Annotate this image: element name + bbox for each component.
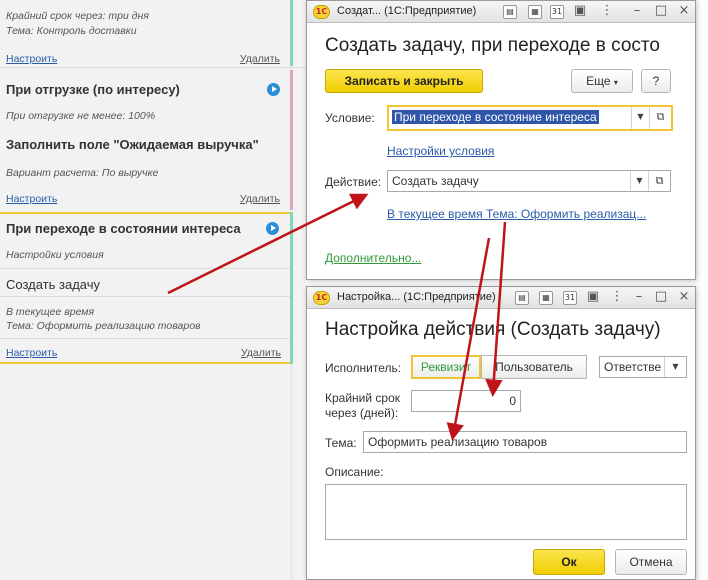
open-icon[interactable]: ⧉ xyxy=(649,107,671,129)
menu-icon[interactable]: ⋮ xyxy=(609,289,625,305)
title-bar: 1C Настройка... (1С:Предприятие) ▤ ▦ 31 … xyxy=(307,287,695,309)
deadline-text: Крайний срок через: три дня xyxy=(6,10,149,22)
delete-link[interactable]: Удалить xyxy=(240,193,280,205)
description-label: Описание: xyxy=(325,465,384,479)
calendar-icon[interactable]: 31 xyxy=(563,291,577,305)
open-icon[interactable]: ⧉ xyxy=(648,171,670,191)
executor-select[interactable]: Ответстве ▼ xyxy=(599,356,687,378)
save-and-close-button[interactable]: Записать и закрыть xyxy=(325,69,483,93)
deadline-label-line1: Крайний срок xyxy=(325,391,401,405)
selection-rail xyxy=(290,212,293,364)
dropdown-arrow-icon[interactable]: ▼ xyxy=(630,171,648,191)
deadline-label-line2: через (дней): xyxy=(325,406,399,420)
minimize-icon[interactable]: – xyxy=(631,289,647,305)
calculator-icon[interactable]: ▦ xyxy=(539,291,553,305)
calendar-icon[interactable]: 31 xyxy=(550,5,564,19)
add-note-icon[interactable]: ▣ xyxy=(572,3,588,19)
delete-link[interactable]: Удалить xyxy=(241,347,281,359)
rule-block-delivery: Крайний срок через: три дня Тема: Контро… xyxy=(0,0,293,66)
panel-scroll-track xyxy=(290,364,293,580)
dropdown-arrow-icon[interactable]: ▼ xyxy=(664,357,686,377)
divider xyxy=(0,67,306,68)
divider xyxy=(0,296,291,297)
menu-icon[interactable]: ⋮ xyxy=(599,3,615,19)
subject-text: Тема: Контроль доставки xyxy=(6,25,137,37)
more-button[interactable]: Еще ▾ xyxy=(571,69,633,93)
subject-input[interactable]: Оформить реализацию товаров xyxy=(363,431,687,453)
form-title: Настройка действия (Создать задачу) xyxy=(325,319,661,340)
title-bar: 1C Создат... (1С:Предприятие) ▤ ▦ 31 ▣ ⋮… xyxy=(307,1,695,23)
divider xyxy=(0,268,291,269)
dropdown-arrow-icon[interactable]: ▼ xyxy=(631,107,649,129)
action-detail-subject: Тема: Оформить реализацию товаров xyxy=(6,320,201,332)
calculator-icon[interactable]: ▦ xyxy=(528,5,542,19)
condition-value: При переходе в состояние интереса xyxy=(392,110,599,124)
executor-option-user[interactable]: Пользователь xyxy=(481,355,587,379)
subject-label: Тема: xyxy=(325,436,357,450)
condition-detail: При отгрузке не менее: 100% xyxy=(6,110,156,122)
configure-link[interactable]: Настроить xyxy=(6,347,57,359)
executor-value: Ответстве xyxy=(604,360,662,374)
maximize-icon[interactable]: □ xyxy=(653,289,669,305)
add-note-icon[interactable]: ▣ xyxy=(585,289,601,305)
app-logo-icon: 1C xyxy=(313,291,330,305)
divider xyxy=(0,338,291,339)
ok-button[interactable]: Ок xyxy=(533,549,605,575)
description-textarea[interactable] xyxy=(325,484,687,540)
form-title: Создать задачу, при переходе в состо xyxy=(325,35,660,56)
executor-label: Исполнитель: xyxy=(325,361,402,375)
action-title[interactable]: Создать задачу xyxy=(6,277,100,292)
close-icon[interactable]: × xyxy=(676,289,692,305)
chevron-down-icon: ▾ xyxy=(613,78,618,87)
action-label: Действие: xyxy=(325,175,382,189)
rules-panel: Крайний срок через: три дня Тема: Контро… xyxy=(0,0,306,580)
maximize-icon[interactable]: □ xyxy=(653,3,669,19)
condition-select[interactable]: При переходе в состояние интереса ▼ ⧉ xyxy=(387,105,673,131)
delete-link[interactable]: Удалить xyxy=(240,53,280,65)
window-title: Создат... (1С:Предприятие) xyxy=(337,5,477,17)
rule-block-interest-state: При переходе в состоянии интереса Настро… xyxy=(0,212,293,364)
help-button[interactable]: ? xyxy=(641,69,671,93)
condition-detail: Настройки условия xyxy=(6,249,104,261)
condition-label: Условие: xyxy=(325,111,375,125)
executor-option-attribute[interactable]: Реквизит xyxy=(411,355,481,379)
close-icon[interactable]: × xyxy=(676,3,692,19)
play-icon[interactable] xyxy=(267,83,280,96)
configure-link[interactable]: Настроить xyxy=(6,193,57,205)
rule-block-shipment: При отгрузке (по интересу) При отгрузке … xyxy=(0,70,293,210)
action-settings-window: 1C Настройка... (1С:Предприятие) ▤ ▦ 31 … xyxy=(306,286,696,580)
additional-link[interactable]: Дополнительно... xyxy=(325,251,421,265)
condition-title[interactable]: При отгрузке (по интересу) xyxy=(6,82,180,97)
configure-link[interactable]: Настроить xyxy=(6,53,57,65)
minimize-icon[interactable]: – xyxy=(629,3,645,19)
action-detail: Вариант расчета: По выручке xyxy=(6,167,159,179)
action-select[interactable]: Создать задачу ▼ ⧉ xyxy=(387,170,671,192)
create-task-window: 1C Создат... (1С:Предприятие) ▤ ▦ 31 ▣ ⋮… xyxy=(306,0,696,280)
print-icon[interactable]: ▤ xyxy=(503,5,517,19)
action-detail-time: В текущее время xyxy=(6,306,95,318)
action-title[interactable]: Заполнить поле "Ожидаемая выручка" xyxy=(6,137,259,152)
app-logo-icon: 1C xyxy=(313,5,330,19)
cancel-button[interactable]: Отмена xyxy=(615,549,687,575)
more-label: Еще xyxy=(586,74,611,88)
action-summary-link[interactable]: В текущее время Тема: Оформить реализац.… xyxy=(387,207,646,221)
deadline-days-input[interactable]: 0 xyxy=(411,390,521,412)
play-icon[interactable] xyxy=(266,222,279,235)
action-value: Создать задачу xyxy=(392,174,479,188)
condition-title[interactable]: При переходе в состоянии интереса xyxy=(6,221,241,236)
window-title: Настройка... (1С:Предприятие) xyxy=(337,291,496,303)
print-icon[interactable]: ▤ xyxy=(515,291,529,305)
condition-settings-link[interactable]: Настройки условия xyxy=(387,144,494,158)
